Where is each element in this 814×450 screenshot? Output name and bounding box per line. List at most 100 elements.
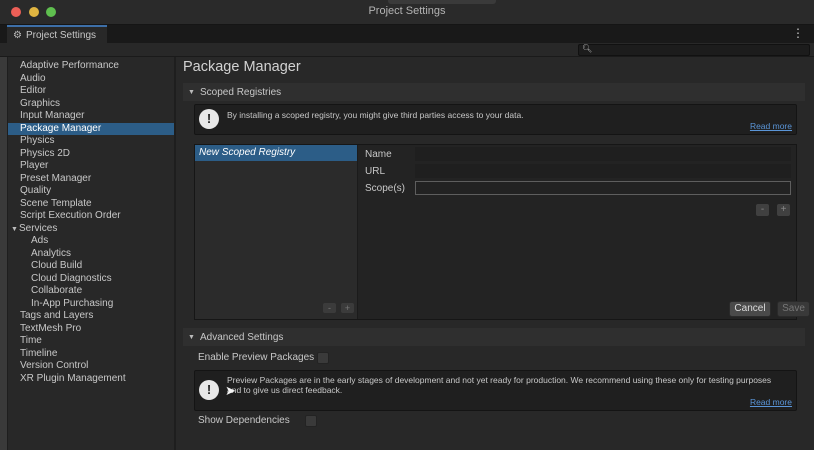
- tab-label: Project Settings: [25, 29, 97, 41]
- search-input[interactable]: 🔍︎: [578, 44, 810, 56]
- read-more-link[interactable]: Read more: [750, 121, 792, 131]
- sidebar-item-label: Adaptive Performance: [20, 60, 119, 71]
- add-scope-button[interactable]: +: [777, 204, 790, 216]
- registry-list-item[interactable]: New Scoped Registry: [195, 145, 357, 161]
- remove-scope-button[interactable]: -: [756, 204, 769, 216]
- advanced-settings-header[interactable]: ▼ Advanced Settings: [183, 328, 805, 346]
- main-panel: Package Manager ▼ Scoped Registries ! By…: [176, 57, 814, 450]
- sidebar-item-label: In-App Purchasing: [31, 297, 114, 309]
- sidebar-item[interactable]: Audio: [8, 73, 174, 86]
- sidebar-item[interactable]: XR Plugin Management: [8, 373, 174, 386]
- sidebar-item-label: Editor: [20, 85, 47, 96]
- collapse-triangle-icon: ▼: [188, 333, 195, 341]
- window-title: Project Settings: [368, 5, 446, 17]
- sidebar-item-label: Ads: [31, 235, 49, 246]
- sidebar-item[interactable]: Ads: [8, 235, 174, 248]
- sidebar-item-label: Script Execution Order: [20, 210, 121, 221]
- sidebar-item[interactable]: Graphics: [8, 98, 174, 111]
- scopes-field[interactable]: [415, 181, 791, 195]
- sidebar-item-label: Analytics: [31, 247, 72, 259]
- sidebar-item-label: Graphics: [20, 97, 61, 109]
- url-label: URL: [365, 166, 386, 177]
- window-titlebar: Project Settings: [0, 0, 814, 25]
- read-more-link[interactable]: Read more: [750, 397, 792, 407]
- registry-list: New Scoped Registry - +: [195, 145, 358, 319]
- gear-icon: ⚙: [13, 29, 22, 41]
- sidebar-item[interactable]: Timeline: [8, 348, 174, 361]
- sidebar-item-label: Time: [20, 335, 42, 346]
- sidebar-item[interactable]: Preset Manager: [8, 173, 174, 186]
- sidebar-item-label: Cloud Diagnostics: [31, 272, 112, 284]
- enable-preview-checkbox[interactable]: [317, 352, 329, 364]
- url-field[interactable]: [415, 164, 791, 178]
- sidebar-item-label: Tags and Layers: [20, 310, 94, 321]
- show-dependencies-checkbox[interactable]: [305, 415, 317, 427]
- sidebar-item[interactable]: Physics: [8, 135, 174, 148]
- sidebar-item-label: Timeline: [20, 347, 58, 359]
- sidebar-item[interactable]: Quality: [8, 185, 174, 198]
- sidebar-item-label: Scene Template: [20, 197, 92, 209]
- sidebar-item[interactable]: Version Control: [8, 360, 174, 373]
- sidebar-item-label: Version Control: [20, 360, 89, 371]
- sidebar-item-label: Collaborate: [31, 285, 83, 296]
- preview-info-line2: and to give us direct feedback.: [227, 385, 343, 395]
- add-registry-button[interactable]: +: [341, 303, 354, 313]
- sidebar-item[interactable]: Script Execution Order: [8, 210, 174, 223]
- sidebar-item-label: Quality: [20, 185, 52, 196]
- sidebar-item[interactable]: Tags and Layers: [8, 310, 174, 323]
- sidebar-item[interactable]: Physics 2D: [8, 148, 174, 161]
- preview-packages-info: ! Preview Packages are in the early stag…: [194, 370, 797, 411]
- sidebar-item[interactable]: Cloud Diagnostics: [8, 273, 174, 286]
- scoped-registry-warning-text: By installing a scoped registry, you mig…: [227, 110, 524, 120]
- scoped-registry-warning: ! By installing a scoped registry, you m…: [194, 104, 797, 135]
- scoped-registries-title: Scoped Registries: [200, 86, 282, 98]
- scoped-registries-header[interactable]: ▼ Scoped Registries: [183, 83, 805, 101]
- info-icon: !: [199, 380, 219, 400]
- sidebar-item-label: Player: [20, 160, 49, 171]
- sidebar-item-label: Cloud Build: [31, 260, 83, 271]
- sidebar-item[interactable]: Input Manager: [8, 110, 174, 123]
- tab-project-settings[interactable]: ⚙ Project Settings: [7, 25, 107, 43]
- sidebar-item[interactable]: Package Manager: [8, 122, 174, 135]
- sidebar-item[interactable]: Editor: [8, 85, 174, 98]
- tab-bar: ⚙ Project Settings: [0, 25, 814, 43]
- sidebar-item-label: TextMesh Pro: [20, 322, 82, 334]
- sidebar-item[interactable]: Scene Template: [8, 198, 174, 211]
- preview-info-line1: Preview Packages are in the early stages…: [227, 375, 772, 385]
- show-dependencies-label: Show Dependencies: [198, 415, 290, 426]
- registry-editor: New Scoped Registry - + Name URL Scope(s…: [194, 144, 810, 320]
- cancel-button[interactable]: Cancel: [729, 301, 771, 317]
- sidebar-item[interactable]: Collaborate: [8, 285, 174, 298]
- sidebar-item-label: Package Manager: [20, 122, 102, 134]
- sidebar-item[interactable]: TextMesh Pro: [8, 323, 174, 336]
- sidebar-item-label: Audio: [20, 72, 46, 84]
- window-edge: [0, 57, 7, 450]
- sidebar-item[interactable]: Time: [8, 335, 174, 348]
- expand-triangle-icon[interactable]: ▼: [11, 224, 19, 237]
- sidebar-item-label: Services: [19, 222, 58, 234]
- remove-registry-button[interactable]: -: [323, 303, 336, 313]
- page-title: Package Manager: [183, 59, 301, 75]
- search-icon: 🔍︎: [582, 44, 593, 53]
- collapse-triangle-icon: ▼: [188, 88, 195, 96]
- sidebar-item[interactable]: Adaptive Performance: [8, 60, 174, 73]
- sidebar-list: Adaptive Performance Audio Editor Graphics I…: [8, 57, 174, 385]
- name-label: Name: [365, 149, 392, 160]
- enable-preview-label: Enable Preview Packages: [198, 352, 315, 363]
- settings-sidebar: Adaptive Performance Audio Editor Graphics I…: [8, 57, 174, 450]
- sidebar-item[interactable]: ▼Services: [8, 223, 174, 236]
- background-window-tab: [388, 0, 496, 4]
- sidebar-item-label: Physics: [20, 135, 55, 146]
- save-button[interactable]: Save: [777, 301, 810, 317]
- sidebar-item[interactable]: Player: [8, 160, 174, 173]
- name-field[interactable]: [415, 147, 791, 161]
- more-menu-icon[interactable]: ⋮: [792, 27, 804, 39]
- sidebar-item[interactable]: Cloud Build: [8, 260, 174, 273]
- advanced-settings-title: Advanced Settings: [200, 331, 284, 343]
- sidebar-item-label: Physics 2D: [20, 147, 71, 159]
- sidebar-item-label: XR Plugin Management: [20, 372, 126, 384]
- mouse-cursor-icon: ➤: [225, 383, 236, 398]
- sidebar-item-label: Preset Manager: [20, 172, 92, 184]
- sidebar-item[interactable]: In-App Purchasing: [8, 298, 174, 311]
- sidebar-item[interactable]: Analytics: [8, 248, 174, 261]
